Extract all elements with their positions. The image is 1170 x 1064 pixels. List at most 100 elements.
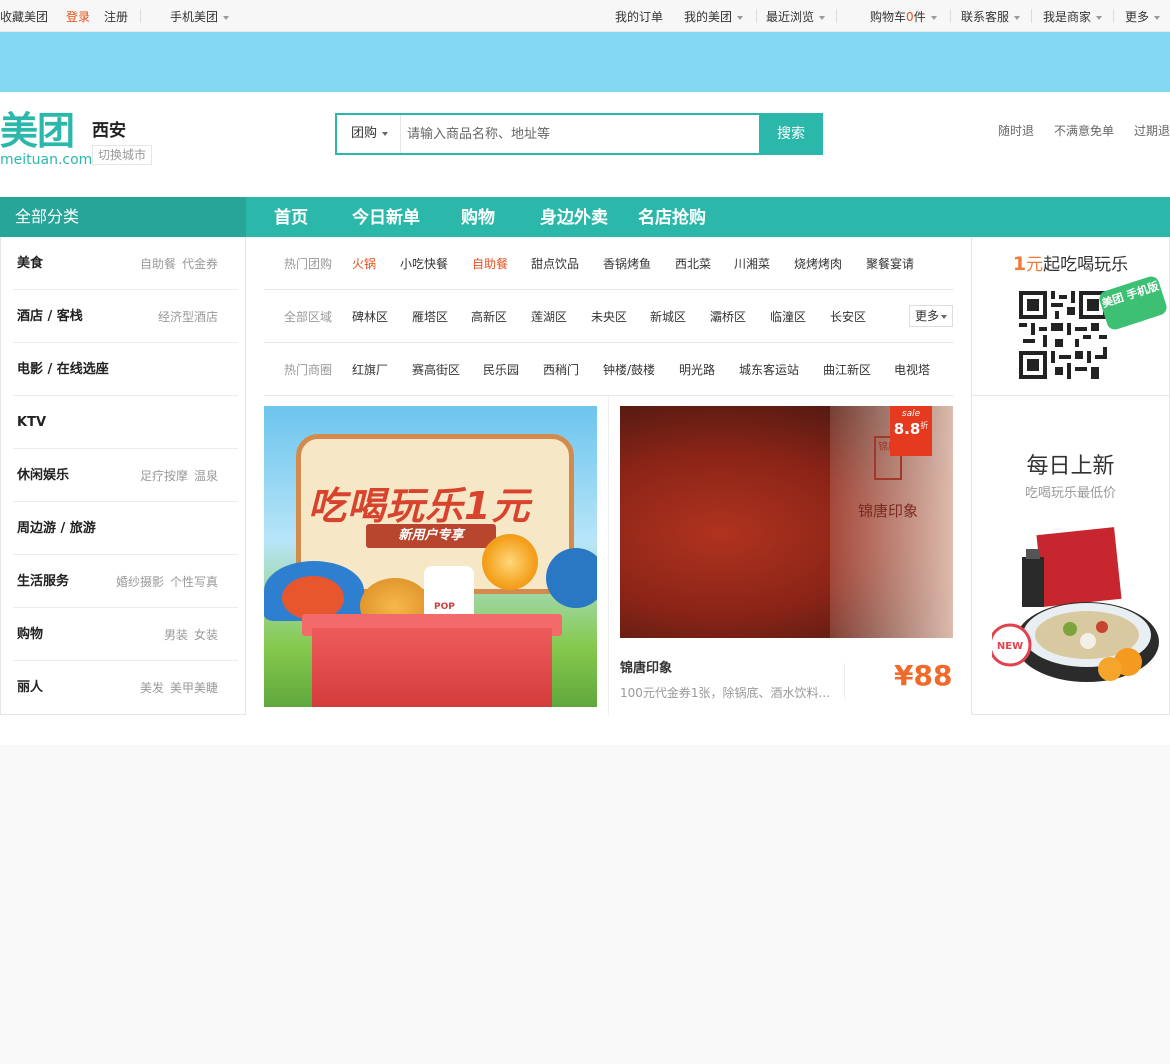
nav-takeout[interactable]: 身边外卖 [540, 197, 608, 239]
nav-famous-stores[interactable]: 名店抢购 [638, 197, 706, 239]
category-hotel[interactable]: 酒店 / 客栈 经济型酒店 [13, 290, 238, 343]
promo-ribbon: 新用户专享 [366, 524, 496, 548]
search-button[interactable]: 搜索 [759, 113, 823, 155]
deal-image[interactable]: 锦唐 锦唐印象 sale 8.8折 [620, 406, 953, 638]
subcategory-link[interactable]: 经济型酒店 [158, 310, 218, 324]
search-box: 团购 搜索 [335, 113, 823, 155]
my-meituan-menu[interactable]: 我的美团 [684, 9, 744, 25]
qr-code-icon[interactable] [1019, 291, 1107, 379]
chevron-down-icon [930, 15, 937, 20]
filter-option[interactable]: 未央区 [591, 309, 627, 325]
logo[interactable]: 美团 [0, 110, 75, 152]
nav-new-today[interactable]: 今日新单 [352, 197, 420, 239]
guarantee-free-if-unsatisfied[interactable]: 不满意免单 [1054, 123, 1114, 139]
subcategory-link[interactable]: 美发 [140, 681, 164, 695]
category-leisure[interactable]: 休闲娱乐 足疗按摩 温泉 [13, 449, 238, 502]
subcategory-link[interactable]: 自助餐 [140, 257, 176, 271]
subcategory-link[interactable]: 代金券 [182, 257, 218, 271]
subcategory-link[interactable]: 足疗按摩 [140, 469, 188, 483]
filter-option[interactable]: 莲湖区 [531, 309, 567, 325]
filter-hot-districts: 热门商圈 红旗厂 赛高街区 民乐园 西稍门 钟楼/鼓楼 明光路 城东客运站 曲江… [264, 343, 953, 396]
filter-option[interactable]: 民乐园 [483, 362, 519, 378]
subcategory-link[interactable]: 婚纱摄影 [116, 575, 164, 589]
filter-option[interactable]: 西稍门 [543, 362, 579, 378]
brand-name-on-image: 锦唐印象 [858, 502, 919, 520]
category-food[interactable]: 美食 自助餐 代金券 [13, 237, 238, 290]
filter-option[interactable]: 临潼区 [770, 309, 806, 325]
subcategory-link[interactable]: 美甲美睫 [170, 681, 218, 695]
filter-hot-deals: 热门团购 火锅 小吃快餐 自助餐 甜点饮品 香锅烤鱼 西北菜 川湘菜 烧烤烤肉 … [264, 237, 953, 290]
discount-value: 8.8 [893, 420, 921, 438]
login-link[interactable]: 登录 [66, 9, 90, 25]
cart-label: 购物车 [870, 10, 907, 24]
category-life-services[interactable]: 生活服务 婚纱摄影 个性写真 [13, 555, 238, 608]
subcategory-link[interactable]: 个性写真 [170, 575, 218, 589]
deal-title[interactable]: 锦唐印象 [620, 661, 672, 677]
filter-option[interactable]: 高新区 [471, 309, 507, 325]
filter-label: 热门团购 [284, 257, 333, 271]
filter-option[interactable]: 小吃快餐 [400, 256, 448, 272]
all-categories-tab[interactable]: 全部分类 [0, 197, 246, 237]
discount-unit: 折 [920, 421, 929, 430]
filter-option[interactable]: 西北菜 [675, 256, 711, 272]
filter-option[interactable]: 城东客运站 [739, 362, 799, 378]
header: 美团 meituan.com 西安 切换城市 团购 搜索 随时退 不满意免单 过… [0, 92, 1170, 197]
filter-option[interactable]: 烧烤烤肉 [794, 256, 842, 272]
guarantee-refund-expired[interactable]: 过期退 [1134, 123, 1170, 139]
search-type-dropdown[interactable]: 团购 [337, 115, 401, 153]
filter-option[interactable]: 钟楼/鼓楼 [603, 362, 655, 378]
category-name: KTV [17, 415, 47, 430]
category-name: 丽人 [17, 680, 44, 695]
filter-option[interactable]: 香锅烤鱼 [603, 256, 651, 272]
logo-domain[interactable]: meituan.com [0, 152, 92, 168]
category-name: 电影 / 在线选座 [17, 362, 109, 377]
switch-city-button[interactable]: 切换城市 [92, 145, 153, 165]
category-shopping[interactable]: 购物 男装 女装 [13, 608, 238, 661]
cart-menu[interactable]: 购物车0件 [870, 9, 937, 25]
filter-option[interactable]: 曲江新区 [823, 362, 871, 378]
filter-option[interactable]: 雁塔区 [412, 309, 448, 325]
category-movie[interactable]: 电影 / 在线选座 [13, 343, 238, 396]
recent-browse-menu[interactable]: 最近浏览 [766, 9, 826, 25]
filter-option[interactable]: 自助餐 [472, 256, 508, 272]
daily-new-image[interactable]: NEW [992, 527, 1162, 687]
my-orders-link[interactable]: 我的订单 [615, 9, 663, 25]
merchant-label: 我是商家 [1043, 10, 1092, 24]
filter-option[interactable]: 明光路 [679, 362, 715, 378]
filter-option[interactable]: 灞桥区 [710, 309, 746, 325]
category-beauty[interactable]: 丽人 美发 美甲美睫 [13, 661, 238, 714]
guarantee-refund-anytime[interactable]: 随时退 [998, 123, 1034, 139]
subcategory-link[interactable]: 女装 [194, 628, 218, 642]
filter-option[interactable]: 电视塔 [894, 362, 930, 378]
chevron-down-icon [1096, 15, 1103, 20]
customer-service-menu[interactable]: 联系客服 [961, 9, 1021, 25]
filter-option[interactable]: 碑林区 [352, 309, 388, 325]
nav-shopping[interactable]: 购物 [461, 197, 495, 239]
mobile-meituan-menu[interactable]: 手机美团 [170, 9, 230, 25]
filter-option[interactable]: 新城区 [650, 309, 686, 325]
search-input[interactable] [407, 124, 757, 144]
top-banner[interactable] [0, 32, 1170, 92]
filter-option[interactable]: 赛高街区 [412, 362, 460, 378]
register-link[interactable]: 注册 [104, 9, 128, 25]
more-menu[interactable]: 更多 [1125, 9, 1161, 25]
filter-option[interactable]: 红旗厂 [352, 362, 388, 378]
category-subs: 自助餐 代金券 [134, 257, 218, 271]
daily-new-title[interactable]: 每日上新 [972, 453, 1169, 481]
merchant-menu[interactable]: 我是商家 [1043, 9, 1103, 25]
category-ktv[interactable]: KTV [13, 396, 238, 449]
subcategory-link[interactable]: 男装 [164, 628, 188, 642]
subcategory-link[interactable]: 温泉 [194, 469, 218, 483]
filter-option[interactable]: 川湘菜 [734, 256, 770, 272]
areas-more-dropdown[interactable]: 更多 [909, 305, 953, 327]
filter-option[interactable]: 长安区 [830, 309, 866, 325]
new-user-promo-banner[interactable]: 吃喝玩乐1元 新用户专享 POP [264, 406, 597, 707]
filter-option[interactable]: 甜点饮品 [531, 256, 579, 272]
filter-option[interactable]: 火锅 [352, 256, 376, 272]
filter-option[interactable]: 聚餐宴请 [866, 256, 914, 272]
nav-home[interactable]: 首页 [274, 197, 308, 239]
category-travel[interactable]: 周边游 / 旅游 [13, 502, 238, 555]
deal-description[interactable]: 100元代金券1张，除锅底、酒水饮料... [620, 685, 830, 701]
chevron-down-icon [819, 15, 826, 20]
favorite-link[interactable]: 收藏美团 [0, 9, 48, 25]
